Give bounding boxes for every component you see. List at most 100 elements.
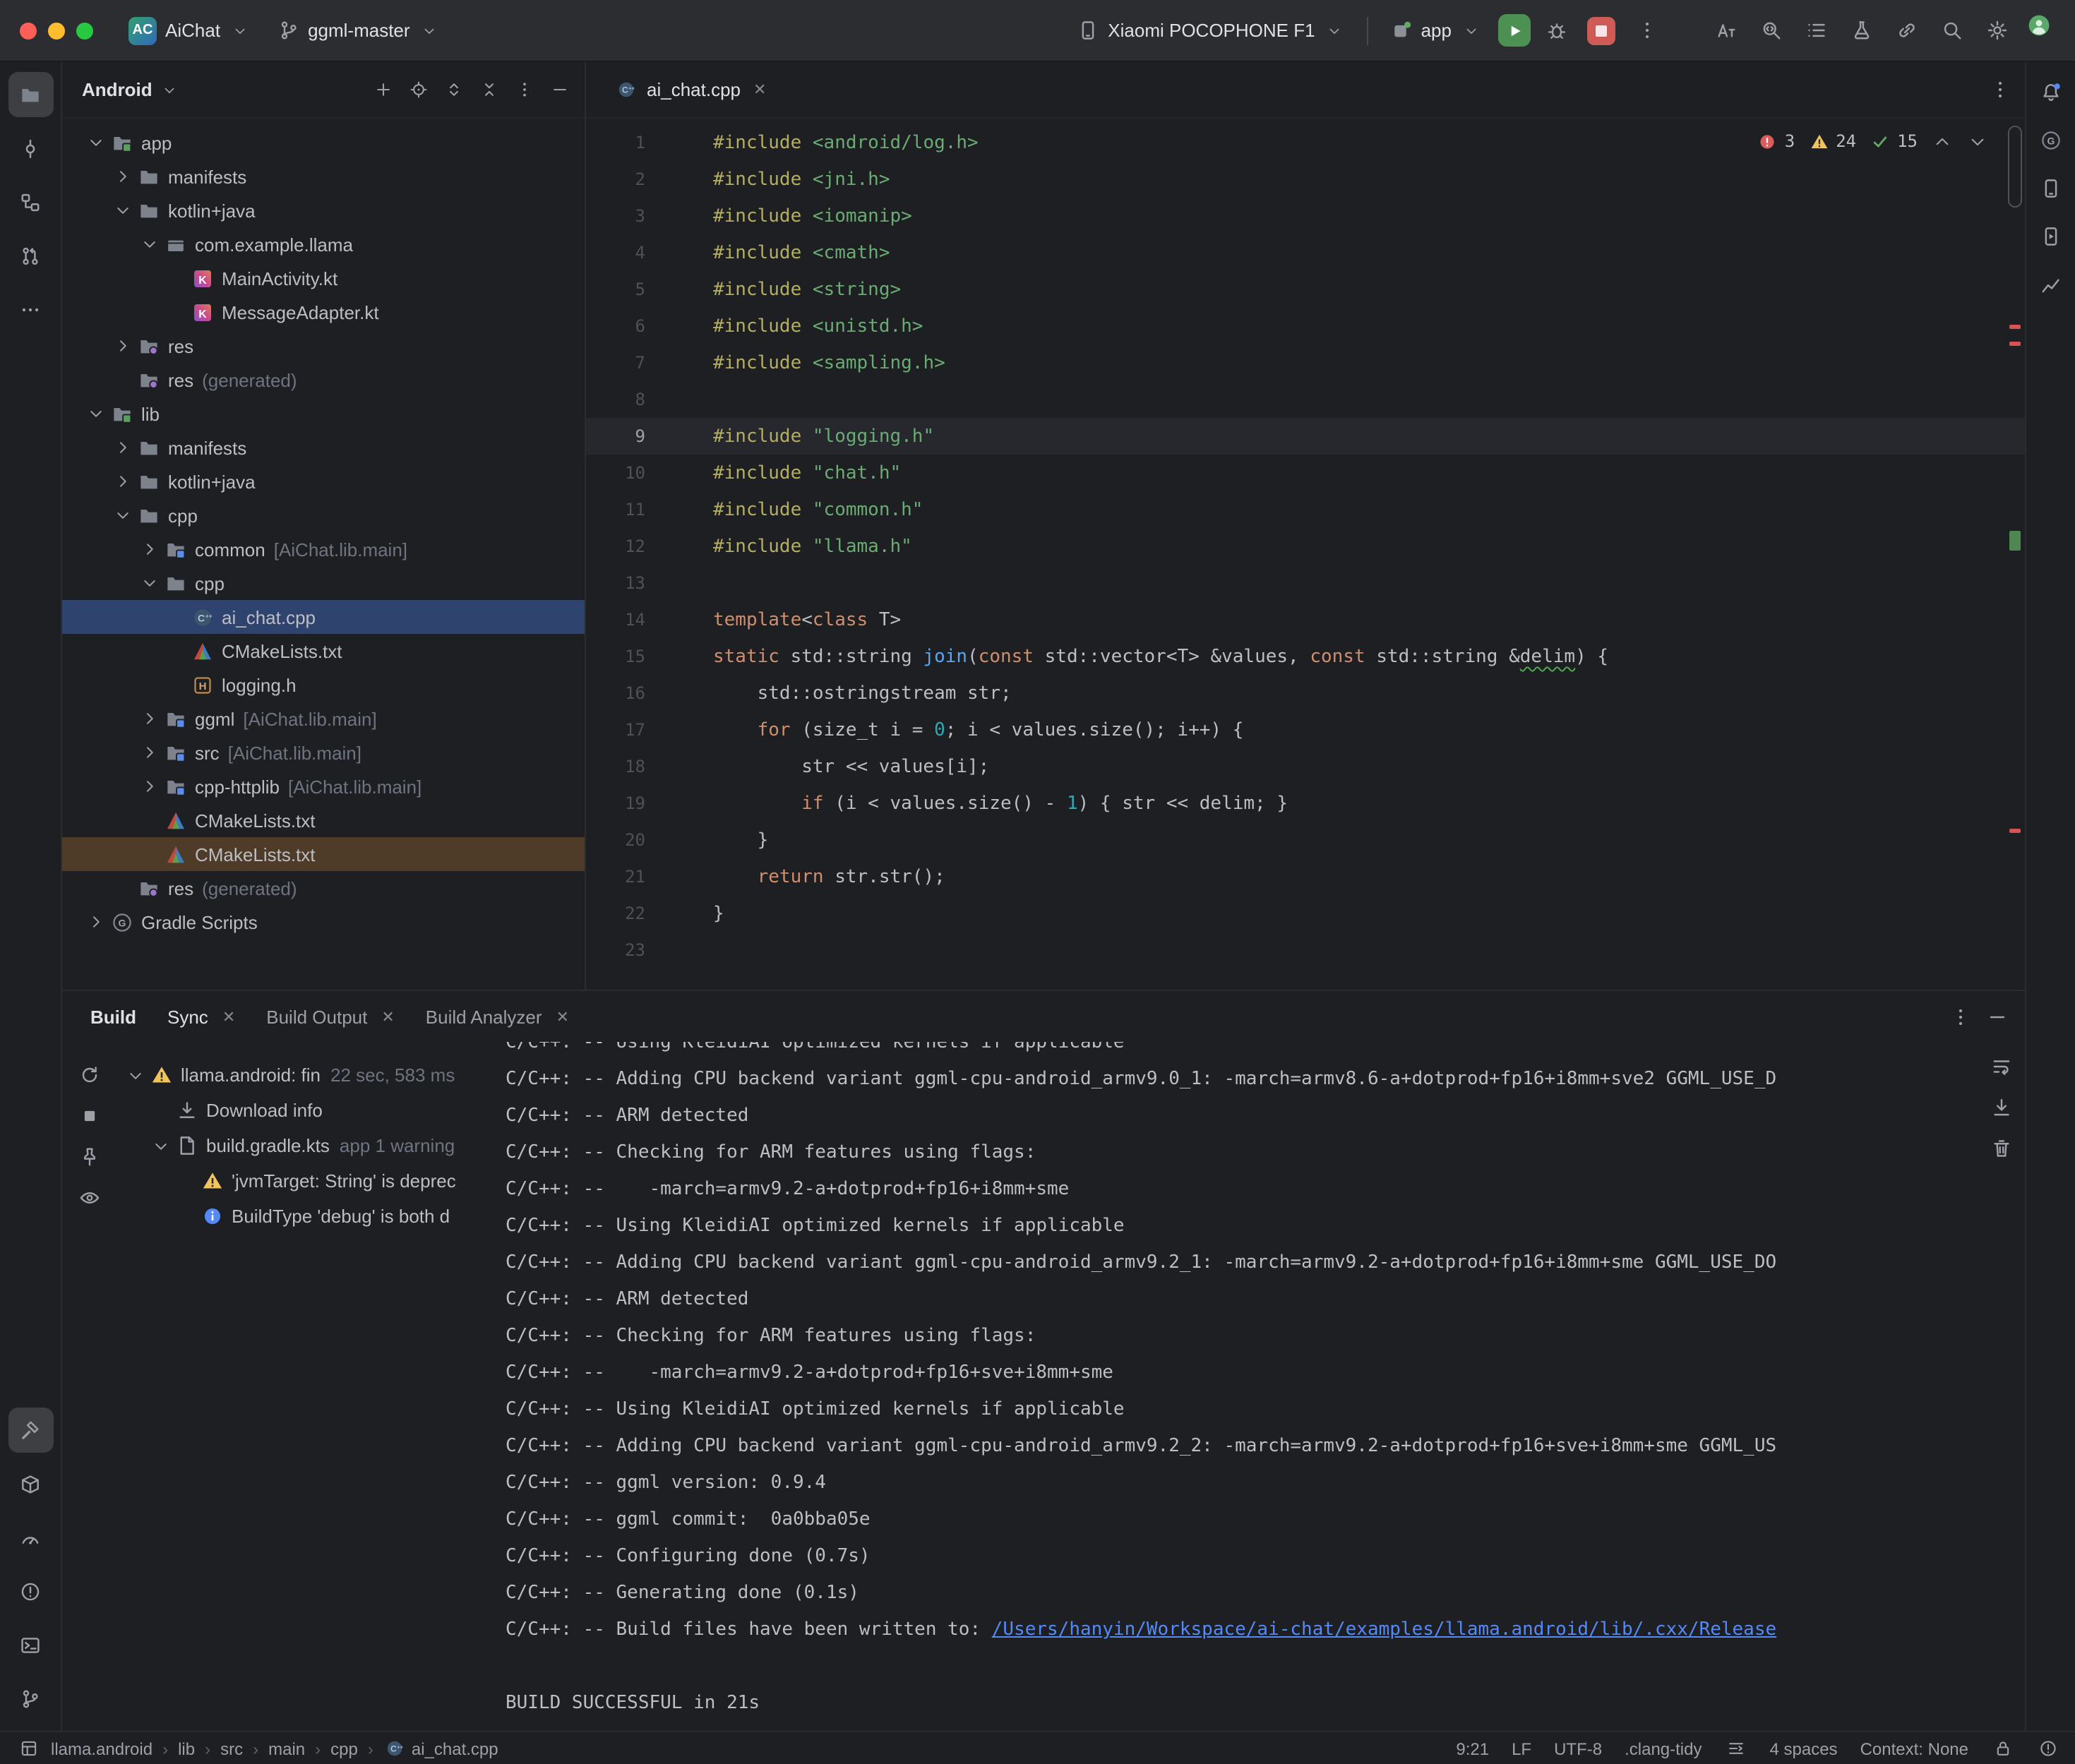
chevron-down-icon[interactable] [85, 402, 107, 425]
code-style-icon[interactable] [1725, 1737, 1747, 1760]
chevron-right-icon[interactable] [138, 538, 161, 560]
breadcrumb-item[interactable]: lib [178, 1739, 195, 1758]
code-line-17[interactable]: 17 for (size_t i = 0; i < values.size();… [586, 712, 2025, 748]
tree-item-kotlin-java[interactable]: kotlin+java [62, 193, 585, 227]
tree-item-manifests[interactable]: manifests [62, 431, 585, 464]
close-tab-icon[interactable]: ✕ [381, 1007, 394, 1026]
task-list-tool-button[interactable] [1796, 11, 1836, 50]
more-tool-windows-button[interactable] [8, 287, 53, 332]
code-line-10[interactable]: 10#include "chat.h" [586, 455, 2025, 491]
breadcrumb-item[interactable]: cpp [330, 1739, 358, 1758]
collapse-all-button[interactable] [472, 73, 506, 107]
code-line-9[interactable]: 9#include "logging.h" [586, 418, 2025, 455]
chevron-right-icon[interactable] [138, 741, 161, 764]
tree-item-cmakelists-txt[interactable]: CMakeLists.txt [62, 837, 585, 871]
chevron-down-icon[interactable] [112, 199, 134, 222]
code-line-8[interactable]: 8 [586, 381, 2025, 418]
close-window-button[interactable] [20, 22, 37, 39]
close-tab-icon[interactable]: ✕ [556, 1007, 569, 1026]
code-line-14[interactable]: 14template<class T> [586, 601, 2025, 638]
build-tree-item[interactable]: llama.android: fin22 sec, 583 ms [116, 1057, 494, 1093]
code-line-20[interactable]: 20 } [586, 822, 2025, 858]
breadcrumb-item[interactable]: main [268, 1739, 305, 1758]
scroll-to-end-icon[interactable] [1990, 1096, 2012, 1118]
errors-count[interactable]: 3 [1757, 130, 1795, 152]
minimize-window-button[interactable] [48, 22, 65, 39]
stop-build-icon[interactable] [78, 1104, 100, 1127]
clear-console-icon[interactable] [1990, 1136, 2012, 1159]
code-line-11[interactable]: 11#include "common.h" [586, 491, 2025, 528]
chevron-right-icon[interactable] [112, 165, 134, 188]
file-encoding[interactable]: UTF-8 [1554, 1739, 1602, 1758]
tree-item-cpp[interactable]: cpp [62, 498, 585, 532]
tree-item-app[interactable]: app [62, 126, 585, 160]
error-stripe-mark[interactable] [2009, 829, 2021, 833]
tree-item-mainactivity-kt[interactable]: KMainActivity.kt [62, 261, 585, 295]
build-tree-item[interactable]: 'jvmTarget: String' is deprec [116, 1163, 494, 1199]
panel-options-button[interactable] [507, 73, 541, 107]
error-stripe-mark[interactable] [2009, 325, 2021, 329]
editor-tab-ai-chat-cpp[interactable]: C++ ai_chat.cpp ✕ [600, 62, 780, 117]
line-separator[interactable]: LF [1512, 1739, 1531, 1758]
hide-panel-button[interactable] [542, 73, 576, 107]
chevron-down-icon[interactable] [150, 1134, 172, 1157]
tree-item-ggml[interactable]: ggml[AiChat.lib.main] [62, 702, 585, 736]
error-stripe-mark[interactable] [2009, 342, 2021, 346]
tree-item-src[interactable]: src[AiChat.lib.main] [62, 736, 585, 769]
code-line-5[interactable]: 5#include <string> [586, 271, 2025, 308]
breadcrumb-item[interactable]: llama.android [51, 1739, 153, 1758]
problems-tool-button[interactable] [8, 1568, 53, 1614]
chevron-right-icon[interactable] [138, 707, 161, 730]
experiment-tool-button[interactable] [1841, 11, 1881, 50]
chevron-right-icon[interactable] [112, 335, 134, 357]
add-button[interactable] [366, 73, 400, 107]
device-selector[interactable]: Xiaomi POCOPHONE F1 [1067, 13, 1356, 47]
chevron-down-icon[interactable] [124, 1064, 147, 1086]
editor-scrollbar[interactable] [2008, 126, 2022, 208]
chevron-down-icon[interactable] [138, 233, 161, 256]
tree-item-com-example-llama[interactable]: com.example.llama [62, 227, 585, 261]
soft-wrap-icon[interactable] [1990, 1055, 2012, 1077]
tree-item-res[interactable]: res [62, 329, 585, 363]
code-line-18[interactable]: 18 str << values[i]; [586, 748, 2025, 785]
more-run-actions-button[interactable] [1627, 11, 1666, 50]
info-circle-icon[interactable] [2036, 1737, 2059, 1760]
code-editor[interactable]: 1#include <android/log.h>2#include <jni.… [586, 119, 2025, 990]
build-tree-item[interactable]: BuildType 'debug' is both d [116, 1199, 494, 1234]
code-line-22[interactable]: 22} [586, 895, 2025, 932]
code-line-19[interactable]: 19 if (i < values.size() - 1) { str << d… [586, 785, 2025, 822]
build-tool-button[interactable] [8, 1408, 53, 1453]
breadcrumb-item[interactable]: C++ai_chat.cpp [383, 1737, 498, 1760]
build-panel-options-icon[interactable] [1949, 1005, 1971, 1028]
chevron-right-icon[interactable] [112, 470, 134, 493]
tree-item-cmakelists-txt[interactable]: CMakeLists.txt [62, 634, 585, 668]
build-tab-sync[interactable]: Sync✕ [167, 1006, 235, 1027]
build-console[interactable]: C/C++: -- Using KleidiAI optimized kerne… [494, 1042, 2025, 1731]
tree-item-messageadapter-kt[interactable]: KMessageAdapter.kt [62, 295, 585, 329]
chevron-right-icon[interactable] [85, 911, 107, 933]
gradle-tool-button[interactable]: G [2031, 120, 2071, 160]
run-configuration-selector[interactable]: app [1380, 13, 1493, 47]
chevron-down-icon[interactable] [112, 504, 134, 527]
code-line-6[interactable]: 6#include <unistd.h> [586, 308, 2025, 344]
running-devices-tool-button[interactable] [2031, 216, 2071, 256]
tree-item-ai-chat-cpp[interactable]: C++ai_chat.cpp [62, 600, 585, 634]
context-status[interactable]: Context: None [1860, 1739, 1968, 1758]
caret-position[interactable]: 9:21 [1456, 1739, 1489, 1758]
version-control-tool-button[interactable] [8, 1676, 53, 1721]
fullscreen-window-button[interactable] [76, 22, 93, 39]
commit-tool-button[interactable] [8, 126, 53, 171]
letter-case-tool-button[interactable] [1706, 11, 1745, 50]
inspections-widget[interactable]: 3 24 15 [1757, 130, 1988, 152]
warnings-count[interactable]: 24 [1807, 130, 1856, 152]
expand-all-button[interactable] [436, 73, 470, 107]
build-tree-item[interactable]: build.gradle.ktsapp 1 warning [116, 1128, 494, 1163]
build-panel-title[interactable]: Build [90, 1006, 136, 1027]
close-tab-icon[interactable]: ✕ [222, 1007, 235, 1026]
locate-file-button[interactable] [401, 73, 435, 107]
code-line-3[interactable]: 3#include <iomanip> [586, 198, 2025, 234]
chevron-right-icon[interactable] [138, 775, 161, 798]
build-tree-item[interactable]: Download info [116, 1093, 494, 1128]
chevron-right-icon[interactable] [112, 436, 134, 459]
notifications-tool-button[interactable] [2031, 72, 2071, 112]
